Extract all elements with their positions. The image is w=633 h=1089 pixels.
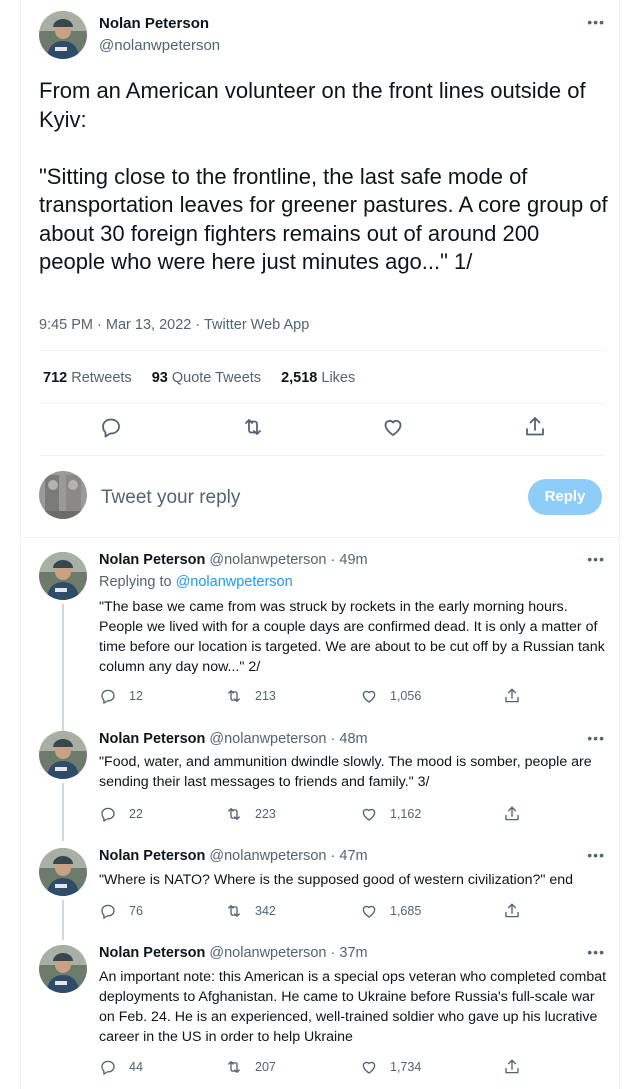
thread-line [62, 604, 64, 732]
divider [39, 350, 605, 351]
quotes-stat[interactable]: 93 Quote Tweets [152, 370, 261, 386]
reply-text: "Where is NATO? Where is the supposed go… [99, 872, 574, 888]
retweets-label: Retweets [71, 370, 132, 386]
likes-label: Likes [321, 370, 356, 386]
retweet-count: 207 [255, 1060, 276, 1074]
like-action[interactable]: 1,734 [360, 1058, 421, 1076]
reply-tweet[interactable]: Nolan Peterson @nolanwpeterson · 37m •••… [21, 939, 621, 1089]
reply-count: 12 [129, 689, 143, 703]
like-count: 1,162 [390, 807, 422, 821]
like-count: 1,734 [390, 1060, 422, 1074]
reply-action[interactable]: 44 [99, 1058, 143, 1076]
avatar[interactable] [39, 848, 87, 896]
more-icon[interactable]: ••• [587, 551, 605, 567]
more-icon[interactable]: ••• [587, 944, 605, 960]
handle-time[interactable]: @nolanwpeterson · 37m [209, 945, 367, 961]
retweet-icon[interactable] [241, 415, 265, 439]
share-icon[interactable] [503, 805, 521, 823]
quotes-count: 93 [151, 370, 168, 386]
tweet-actions [91, 415, 571, 443]
tweet-stats: 712 Retweets 93 Quote Tweets 2,518 Likes [43, 370, 355, 386]
author-name[interactable]: Nolan Peterson [99, 15, 209, 32]
like-action[interactable]: 1,056 [360, 687, 421, 705]
more-icon[interactable]: ••• [587, 14, 605, 30]
reply-text: An important note: this American is a sp… [99, 969, 611, 1045]
share-icon[interactable] [523, 415, 547, 439]
reply-tweet[interactable]: Nolan Peterson @nolanwpeterson · 48m •••… [21, 725, 621, 841]
replying-to: Replying to @nolanwpeterson [99, 574, 293, 590]
reply-header: Nolan Peterson @nolanwpeterson · 48m [99, 731, 368, 747]
more-icon[interactable]: ••• [587, 730, 605, 746]
avatar[interactable] [39, 731, 87, 779]
retweet-action[interactable]: 213 [225, 687, 276, 705]
reply-icon[interactable] [99, 415, 123, 439]
reply-button[interactable]: Reply [528, 479, 602, 515]
reply-action[interactable]: 12 [99, 687, 143, 705]
likes-count: 2,518 [281, 370, 318, 386]
reply-tweet[interactable]: Nolan Peterson @nolanwpeterson · 49m •••… [21, 546, 621, 732]
divider [39, 403, 605, 404]
retweet-count: 342 [255, 904, 276, 918]
handle-time[interactable]: @nolanwpeterson · 47m [209, 848, 367, 864]
handle-time[interactable]: @nolanwpeterson · 48m [209, 731, 367, 747]
reply-action[interactable]: 76 [99, 902, 143, 920]
author-name[interactable]: Nolan Peterson [99, 945, 205, 961]
share-icon[interactable] [503, 687, 521, 705]
reply-text: "The base we came from was struck by roc… [99, 599, 609, 675]
reply-header: Nolan Peterson @nolanwpeterson · 47m [99, 848, 368, 864]
like-action[interactable]: 1,162 [360, 805, 421, 823]
handle-time[interactable]: @nolanwpeterson · 49m [209, 552, 367, 568]
author-name[interactable]: Nolan Peterson [99, 848, 205, 864]
like-count: 1,685 [390, 904, 422, 918]
retweet-action[interactable]: 223 [225, 805, 276, 823]
reply-actions: 12 213 1,056 [99, 687, 549, 707]
share-icon[interactable] [503, 1058, 521, 1076]
retweet-count: 223 [255, 807, 276, 821]
author-name[interactable]: Nolan Peterson [99, 731, 205, 747]
avatar[interactable] [39, 11, 87, 59]
retweets-stat[interactable]: 712 Retweets [43, 370, 132, 386]
avatar[interactable] [39, 471, 87, 519]
more-icon[interactable]: ••• [587, 847, 605, 863]
tweet-timestamp[interactable]: 9:45 PM · Mar 13, 2022 · Twitter Web App [39, 317, 309, 333]
reply-count: 76 [129, 904, 143, 918]
reply-input[interactable]: Tweet your reply [101, 487, 240, 509]
avatar[interactable] [39, 945, 87, 993]
like-action[interactable]: 1,685 [360, 902, 421, 920]
share-icon[interactable] [503, 902, 521, 920]
thread-line [62, 900, 64, 940]
reply-count: 44 [129, 1060, 143, 1074]
likes-stat[interactable]: 2,518 Likes [281, 370, 355, 386]
retweet-action[interactable]: 342 [225, 902, 276, 920]
retweet-action[interactable]: 207 [225, 1058, 276, 1076]
reply-action[interactable]: 22 [99, 805, 143, 823]
reply-composer: Tweet your reply Reply [21, 463, 621, 535]
thread-line [62, 783, 64, 841]
replying-to-link[interactable]: @nolanwpeterson [176, 574, 293, 590]
quotes-label: Quote Tweets [171, 370, 262, 386]
reply-actions: 44 207 1,734 [99, 1058, 549, 1078]
divider [21, 537, 621, 538]
author-handle[interactable]: @nolanwpeterson [99, 37, 220, 54]
reply-header: Nolan Peterson @nolanwpeterson · 37m [99, 945, 368, 961]
avatar[interactable] [39, 552, 87, 600]
tweet-thread: Nolan Peterson @nolanwpeterson ••• From … [20, 0, 621, 1089]
retweet-count: 213 [255, 689, 276, 703]
retweets-count: 712 [43, 370, 68, 386]
like-icon[interactable] [381, 415, 405, 439]
reply-header: Nolan Peterson @nolanwpeterson · 49m [99, 552, 368, 568]
divider [39, 455, 605, 456]
reply-tweet[interactable]: Nolan Peterson @nolanwpeterson · 47m •••… [21, 842, 621, 940]
author-name[interactable]: Nolan Peterson [99, 552, 205, 568]
reply-text: "Food, water, and ammunition dwindle slo… [99, 754, 596, 790]
like-count: 1,056 [390, 689, 422, 703]
replying-prefix: Replying to [99, 574, 176, 590]
tweet-text: From an American volunteer on the front … [39, 78, 608, 274]
reply-actions: 76 342 1,685 [99, 902, 549, 922]
reply-actions: 22 223 1,162 [99, 805, 549, 825]
reply-count: 22 [129, 807, 143, 821]
